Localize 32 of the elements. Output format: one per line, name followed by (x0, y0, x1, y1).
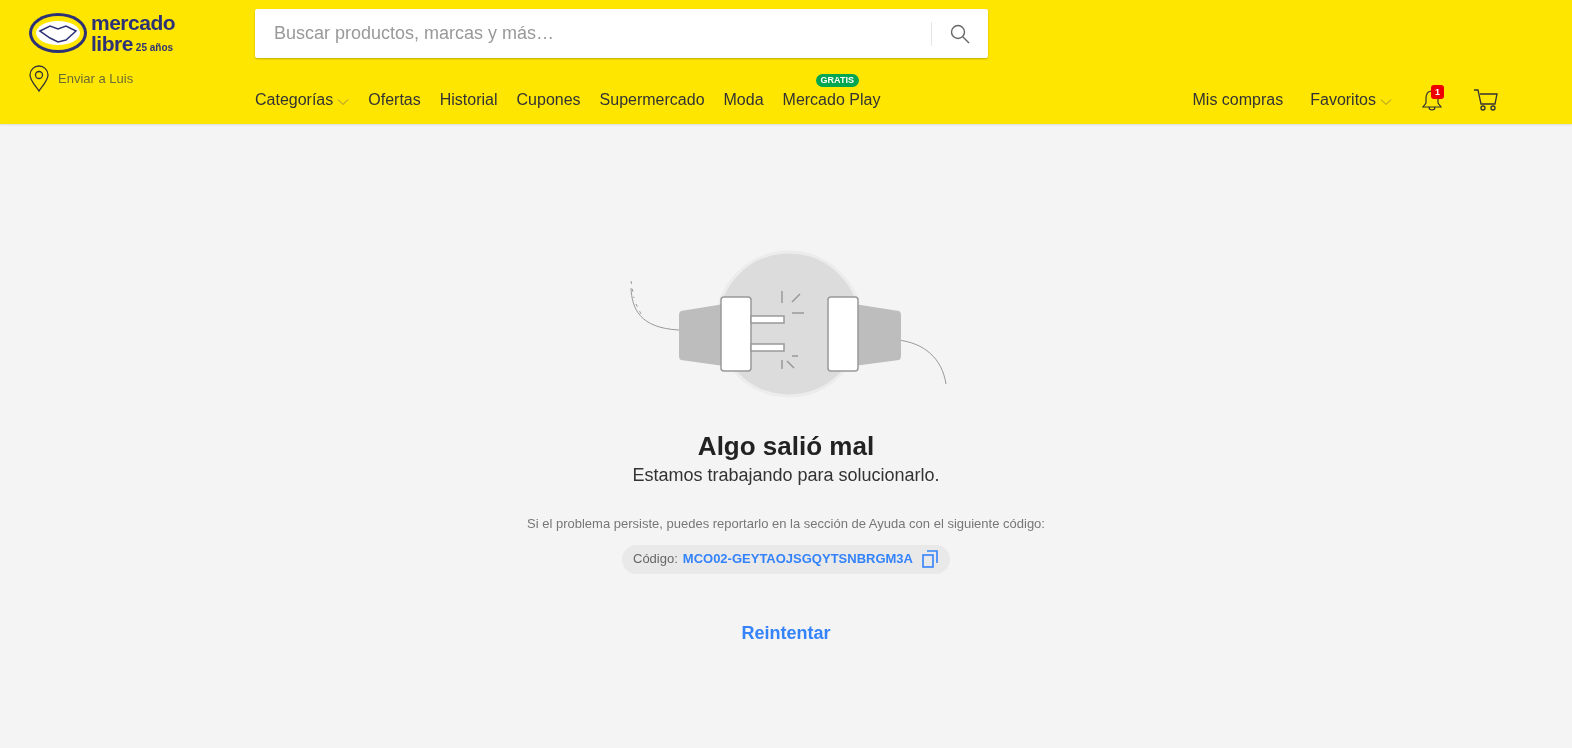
location-link[interactable]: Enviar a Luis (28, 65, 255, 93)
nav-link[interactable]: Favoritos (1310, 88, 1392, 112)
chevron-down-icon (337, 98, 350, 106)
search-bar[interactable]: Buscar productos, marcas y más… (255, 9, 988, 58)
nav-link[interactable]: Historial (439, 88, 498, 112)
search-field[interactable]: Buscar productos, marcas y más… (274, 20, 931, 47)
nav-link[interactable]: Categorías (255, 88, 350, 112)
cart-button[interactable] (1472, 87, 1500, 113)
notification-count-badge: 1 (1431, 85, 1444, 99)
chevron-down-icon (1380, 98, 1392, 106)
notifications-button[interactable]: 1 (1419, 87, 1445, 113)
nav-link[interactable]: Mis compras (1192, 88, 1284, 112)
logo[interactable]: mercado libre 25 años (28, 11, 255, 55)
nav-link[interactable]: Moda (723, 88, 764, 112)
help-text: Si el problema persiste, puedes reportarlo en la sección de Ayuda con el siguiente código: (527, 515, 1045, 533)
code-label: Código: (633, 550, 678, 569)
error-title: Algo salió mal (697, 430, 875, 462)
copy-icon (922, 550, 938, 568)
bell-icon (1422, 89, 1442, 111)
anniversary-label: 25 años (135, 43, 174, 53)
nav-badge: GRATIS (815, 74, 859, 87)
copy-button[interactable] (921, 549, 939, 569)
logo-wordmark: mercado (91, 12, 176, 33)
search-icon (950, 23, 970, 44)
logo-wordmark: libre (91, 33, 133, 54)
error-subtitle: Estamos trabajando para solucionarlo. (632, 464, 940, 487)
nav-link[interactable]: Supermercado (599, 88, 705, 112)
nav-link[interactable]: Ofertas (368, 88, 421, 112)
cart-icon (1473, 88, 1499, 112)
error-code: MCO02-GEYTAOJSGQYTSNBRGM3A (682, 550, 913, 569)
location-pin-icon (28, 65, 50, 93)
nav-link[interactable]: Cupones (516, 88, 581, 112)
